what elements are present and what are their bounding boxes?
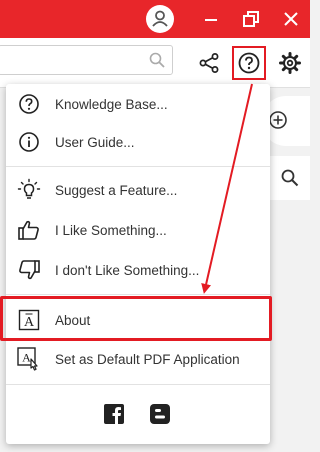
facebook-icon[interactable] [102, 402, 126, 426]
search-icon[interactable] [280, 168, 300, 193]
menu-item-label: I don't Like Something... [55, 262, 200, 278]
info-circle-icon [16, 129, 42, 155]
blogger-icon[interactable] [148, 402, 172, 426]
share-icon[interactable] [192, 46, 226, 80]
about-highlight-frame [0, 296, 272, 341]
restore-button[interactable] [236, 0, 266, 38]
close-button[interactable] [276, 0, 306, 38]
menu-divider [6, 166, 270, 167]
question-circle-icon [16, 91, 42, 117]
menu-item-label: Knowledge Base... [55, 96, 168, 112]
menu-item-label: Set as Default PDF Application [55, 351, 240, 367]
add-circle-icon[interactable] [268, 110, 288, 135]
thumbs-up-icon [16, 217, 42, 243]
toolbar [0, 38, 310, 88]
search-input[interactable] [0, 45, 173, 75]
lightbulb-icon [16, 177, 42, 203]
thumbs-down-icon [16, 257, 42, 283]
help-button[interactable] [232, 46, 266, 80]
settings-gear-icon[interactable] [273, 46, 307, 80]
menu-item-suggest-feature[interactable]: Suggest a Feature... [6, 170, 270, 210]
search-icon[interactable] [148, 51, 166, 74]
menu-item-knowledge-base[interactable]: Knowledge Base... [6, 84, 270, 124]
menu-item-user-guide[interactable]: User Guide... [6, 122, 270, 162]
menu-item-set-default-pdf[interactable]: A Set as Default PDF Application [6, 339, 270, 379]
menu-item-like-something[interactable]: I Like Something... [6, 210, 270, 250]
svg-text:A: A [22, 351, 31, 365]
menu-item-label: Suggest a Feature... [55, 182, 178, 198]
help-menu: Knowledge Base... User Guide... Suggest … [6, 84, 270, 444]
default-app-icon: A [16, 346, 42, 372]
menu-item-label: I Like Something... [55, 222, 167, 238]
background-search-panel [270, 156, 310, 200]
menu-item-label: User Guide... [55, 134, 135, 150]
menu-item-dislike-something[interactable]: I don't Like Something... [6, 250, 270, 290]
title-bar [0, 0, 310, 38]
question-circle-icon [238, 52, 260, 74]
account-icon[interactable] [144, 0, 176, 38]
menu-divider [6, 294, 270, 295]
minimize-button[interactable] [196, 0, 226, 38]
menu-divider [6, 384, 270, 385]
